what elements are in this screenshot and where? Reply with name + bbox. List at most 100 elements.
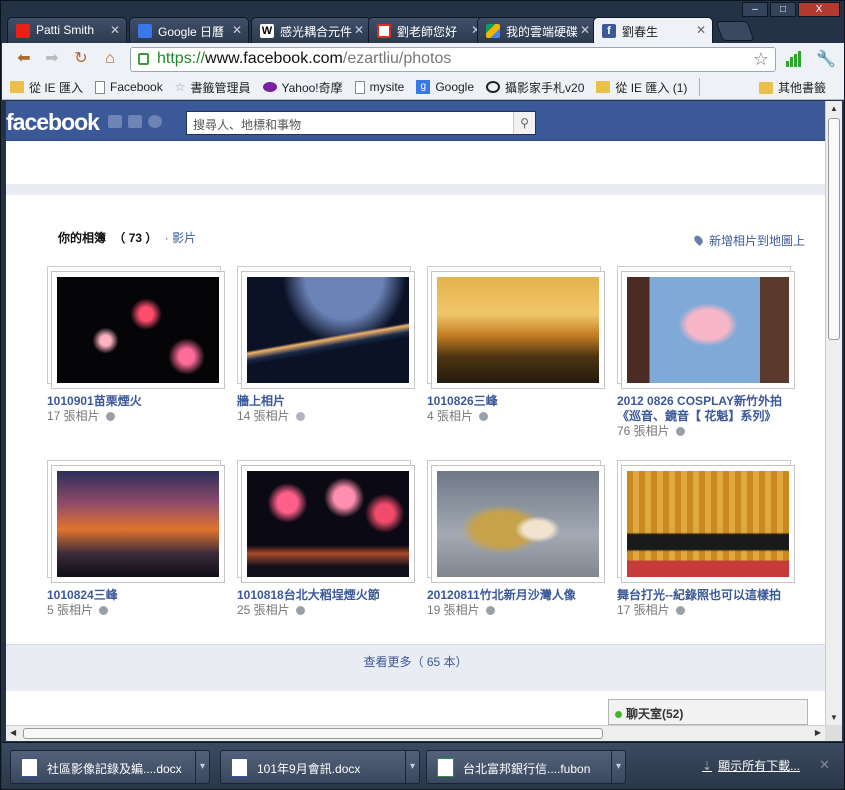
close-window-button[interactable]: X: [798, 2, 840, 17]
download-item[interactable]: 台北富邦銀行信....fubon ▾: [426, 750, 626, 784]
bookmark-label: 攝影家手札v20: [505, 80, 585, 95]
bookmark-item[interactable]: 攝影家手札v20: [486, 79, 584, 96]
page-icon: [354, 80, 365, 94]
show-all-downloads-link[interactable]: ⇣ 顯示所有下載...: [702, 757, 800, 774]
home-icon[interactable]: ⌂: [100, 49, 120, 69]
messages-icon[interactable]: [128, 115, 142, 128]
map-pin-icon: [692, 233, 705, 247]
album-title[interactable]: 舞台打光--紀錄照也可以這樣拍: [617, 588, 797, 603]
bookmark-item[interactable]: 從 IE 匯入: [10, 79, 83, 96]
minimize-button[interactable]: –: [742, 2, 768, 17]
album-cover-bridge[interactable]: [247, 277, 409, 383]
lock-icon: [138, 53, 149, 65]
bookmark-item[interactable]: ☆ 書籤管理員: [175, 79, 251, 96]
close-tab-icon[interactable]: ✕: [580, 23, 590, 37]
tab-label: 感光耦合元件: [280, 25, 352, 39]
album-cover-fireworks-festival[interactable]: [247, 471, 409, 577]
download-menu-chevron-icon[interactable]: ▾: [195, 751, 209, 783]
facebook-logo[interactable]: facebook: [6, 109, 100, 136]
wrench-menu-icon[interactable]: 🔧: [816, 49, 836, 69]
maximize-button[interactable]: □: [770, 2, 796, 17]
tab-google-calendar[interactable]: Google 日曆 ✕: [129, 17, 249, 43]
album-title[interactable]: 20120811竹北新月沙灣人像: [427, 588, 607, 603]
close-tab-icon[interactable]: ✕: [110, 23, 120, 37]
extension-signal-icon[interactable]: [786, 51, 802, 67]
address-bar[interactable]: https://www.facebook.com/ezartliu/photos…: [130, 47, 776, 72]
public-globe-icon: [295, 606, 305, 615]
see-more-albums-link[interactable]: 查看更多（ 65 本）: [6, 644, 825, 679]
reload-icon[interactable]: ↻: [71, 49, 91, 69]
tab-facebook-active[interactable]: f 劉春生 ✕: [593, 17, 713, 44]
public-globe-icon: [675, 427, 685, 436]
album-title[interactable]: 1010818台北大稻埕煙火節: [237, 588, 417, 603]
tab-youtube[interactable]: Patti Smith ✕: [7, 17, 127, 43]
album-title[interactable]: 牆上相片: [237, 394, 417, 409]
bookmark-item[interactable]: mysite: [354, 80, 405, 94]
album-card[interactable]: 牆上相片 14 張相片: [237, 266, 417, 424]
tab-gmail[interactable]: 劉老師您好 ✕: [368, 17, 488, 43]
chat-online-count: (52): [662, 707, 684, 721]
scroll-down-arrow-icon[interactable]: ▼: [830, 713, 838, 722]
album-card[interactable]: 20120811竹北新月沙灣人像 19 張相片: [427, 460, 607, 618]
close-shelf-icon[interactable]: ✕: [819, 757, 830, 773]
vertical-scroll-thumb[interactable]: [828, 118, 840, 340]
download-item[interactable]: 101年9月會訊.docx ▾: [220, 750, 420, 784]
other-bookmarks[interactable]: 其他書籤: [758, 79, 826, 96]
download-item[interactable]: 社區影像記錄及編....docx ▾: [10, 750, 210, 784]
star-icon: ☆: [174, 80, 186, 94]
scroll-up-arrow-icon[interactable]: ▲: [830, 104, 838, 113]
albums-header: 你的相簿 （ 73 ） · 影片: [58, 229, 196, 246]
album-card[interactable]: 舞台打光--紀錄照也可以這樣拍 17 張相片: [617, 460, 797, 618]
calendar-icon: [138, 24, 152, 38]
album-title[interactable]: 1010901苗栗煙火: [47, 394, 227, 409]
add-to-map-link[interactable]: 新增相片到地圖上: [692, 232, 805, 249]
vertical-scrollbar[interactable]: ▲ ▼: [825, 101, 842, 725]
albums-count: （ 73 ）: [113, 231, 158, 245]
bookmark-item[interactable]: g Google: [416, 80, 474, 94]
chat-label: 聊天室: [626, 707, 663, 721]
new-tab-button[interactable]: [715, 21, 755, 41]
horizontal-scroll-thumb[interactable]: [23, 728, 603, 739]
album-cover-cosplay[interactable]: [627, 277, 789, 383]
album-cover-sunset-mountains[interactable]: [437, 277, 599, 383]
album-cover-beach-portrait[interactable]: [437, 471, 599, 577]
bookmark-item[interactable]: 從 IE 匯入 (1): [596, 79, 687, 96]
album-title[interactable]: 1010824三峰: [47, 588, 227, 603]
tab-label: 劉老師您好: [397, 25, 458, 39]
scroll-left-arrow-icon[interactable]: ◀: [10, 728, 16, 737]
bookmark-item[interactable]: Facebook: [95, 80, 163, 94]
videos-link[interactable]: · 影片: [165, 231, 196, 245]
album-title[interactable]: 1010826三峰: [427, 394, 607, 409]
scroll-right-arrow-icon[interactable]: ▶: [815, 728, 821, 737]
album-card[interactable]: 1010824三峰 5 張相片: [47, 460, 227, 618]
download-menu-chevron-icon[interactable]: ▾: [611, 751, 625, 783]
tab-google-drive[interactable]: 我的雲端硬碟 ✕: [477, 17, 597, 43]
notifications-globe-icon[interactable]: [148, 115, 162, 128]
search-icon[interactable]: ⚲: [513, 112, 535, 134]
close-tab-icon[interactable]: ✕: [696, 23, 706, 37]
bookmark-label: mysite: [369, 80, 405, 94]
album-cover-dusk-sky[interactable]: [57, 471, 219, 577]
back-arrow-icon[interactable]: ⬅: [14, 49, 34, 69]
download-menu-chevron-icon[interactable]: ▾: [405, 751, 419, 783]
facebook-top-bar: facebook 搜尋人、地標和事物 ⚲: [6, 101, 825, 141]
horizontal-scrollbar[interactable]: ◀ ▶: [6, 725, 825, 741]
chat-sidebar-toggle[interactable]: 聊天室(52): [608, 699, 808, 725]
bookmark-star-icon[interactable]: ☆: [753, 49, 769, 70]
show-all-label: 顯示所有下載...: [718, 759, 801, 773]
close-tab-icon[interactable]: ✕: [354, 23, 364, 37]
bookmark-item[interactable]: Yahoo!奇摩: [262, 79, 343, 96]
album-card[interactable]: 1010818台北大稻埕煙火節 25 張相片: [237, 460, 417, 618]
facebook-search-input[interactable]: 搜尋人、地標和事物 ⚲: [186, 111, 536, 135]
forward-arrow-icon[interactable]: ➡: [42, 49, 62, 69]
tab-wikipedia[interactable]: W 感光耦合元件 ✕: [251, 17, 371, 43]
album-card[interactable]: 1010901苗栗煙火 17 張相片: [47, 266, 227, 424]
notification-icons: [108, 115, 162, 128]
album-card[interactable]: 1010826三峰 4 張相片: [427, 266, 607, 424]
album-cover-stage[interactable]: [627, 471, 789, 577]
album-card[interactable]: 2012 0826 COSPLAY新竹外拍《巡音、鏡音【 花魁】系列》 76 張…: [617, 266, 797, 439]
album-title[interactable]: 2012 0826 COSPLAY新竹外拍《巡音、鏡音【 花魁】系列》: [617, 394, 797, 424]
album-cover-fireworks[interactable]: [57, 277, 219, 383]
close-tab-icon[interactable]: ✕: [232, 23, 242, 37]
friend-requests-icon[interactable]: [108, 115, 122, 128]
